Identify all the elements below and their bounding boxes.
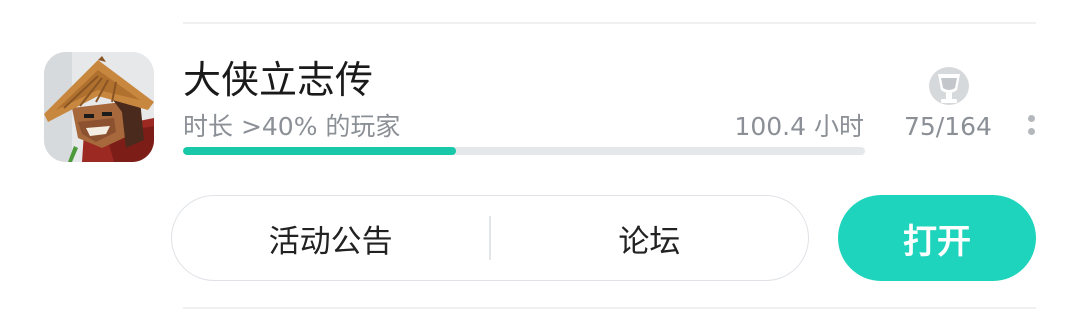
top-divider — [183, 22, 1036, 24]
open-button[interactable]: 打开 — [838, 195, 1036, 281]
game-title[interactable]: 大侠立志传 — [183, 56, 373, 104]
playtime-progress-bar — [183, 147, 865, 155]
announcement-button[interactable]: 活动公告 — [172, 196, 489, 280]
playtime-hours: 100.4 小时 — [734, 112, 864, 141]
forum-button[interactable]: 论坛 — [491, 196, 808, 280]
game-cover-icon[interactable] — [44, 52, 154, 162]
bottom-divider — [183, 307, 1036, 309]
trophy-icon — [926, 64, 972, 108]
link-button-group: 活动公告 论坛 — [171, 195, 809, 281]
playtime-progress-fill — [183, 147, 456, 155]
game-card: 大侠立志传 时长 >40% 的玩家 100.4 小时 75/164 活动公告 论… — [0, 0, 1080, 313]
achievement-count: 75/164 — [904, 112, 992, 141]
more-icon[interactable] — [1026, 115, 1036, 139]
playtime-rank-text: 时长 >40% 的玩家 — [183, 112, 401, 141]
